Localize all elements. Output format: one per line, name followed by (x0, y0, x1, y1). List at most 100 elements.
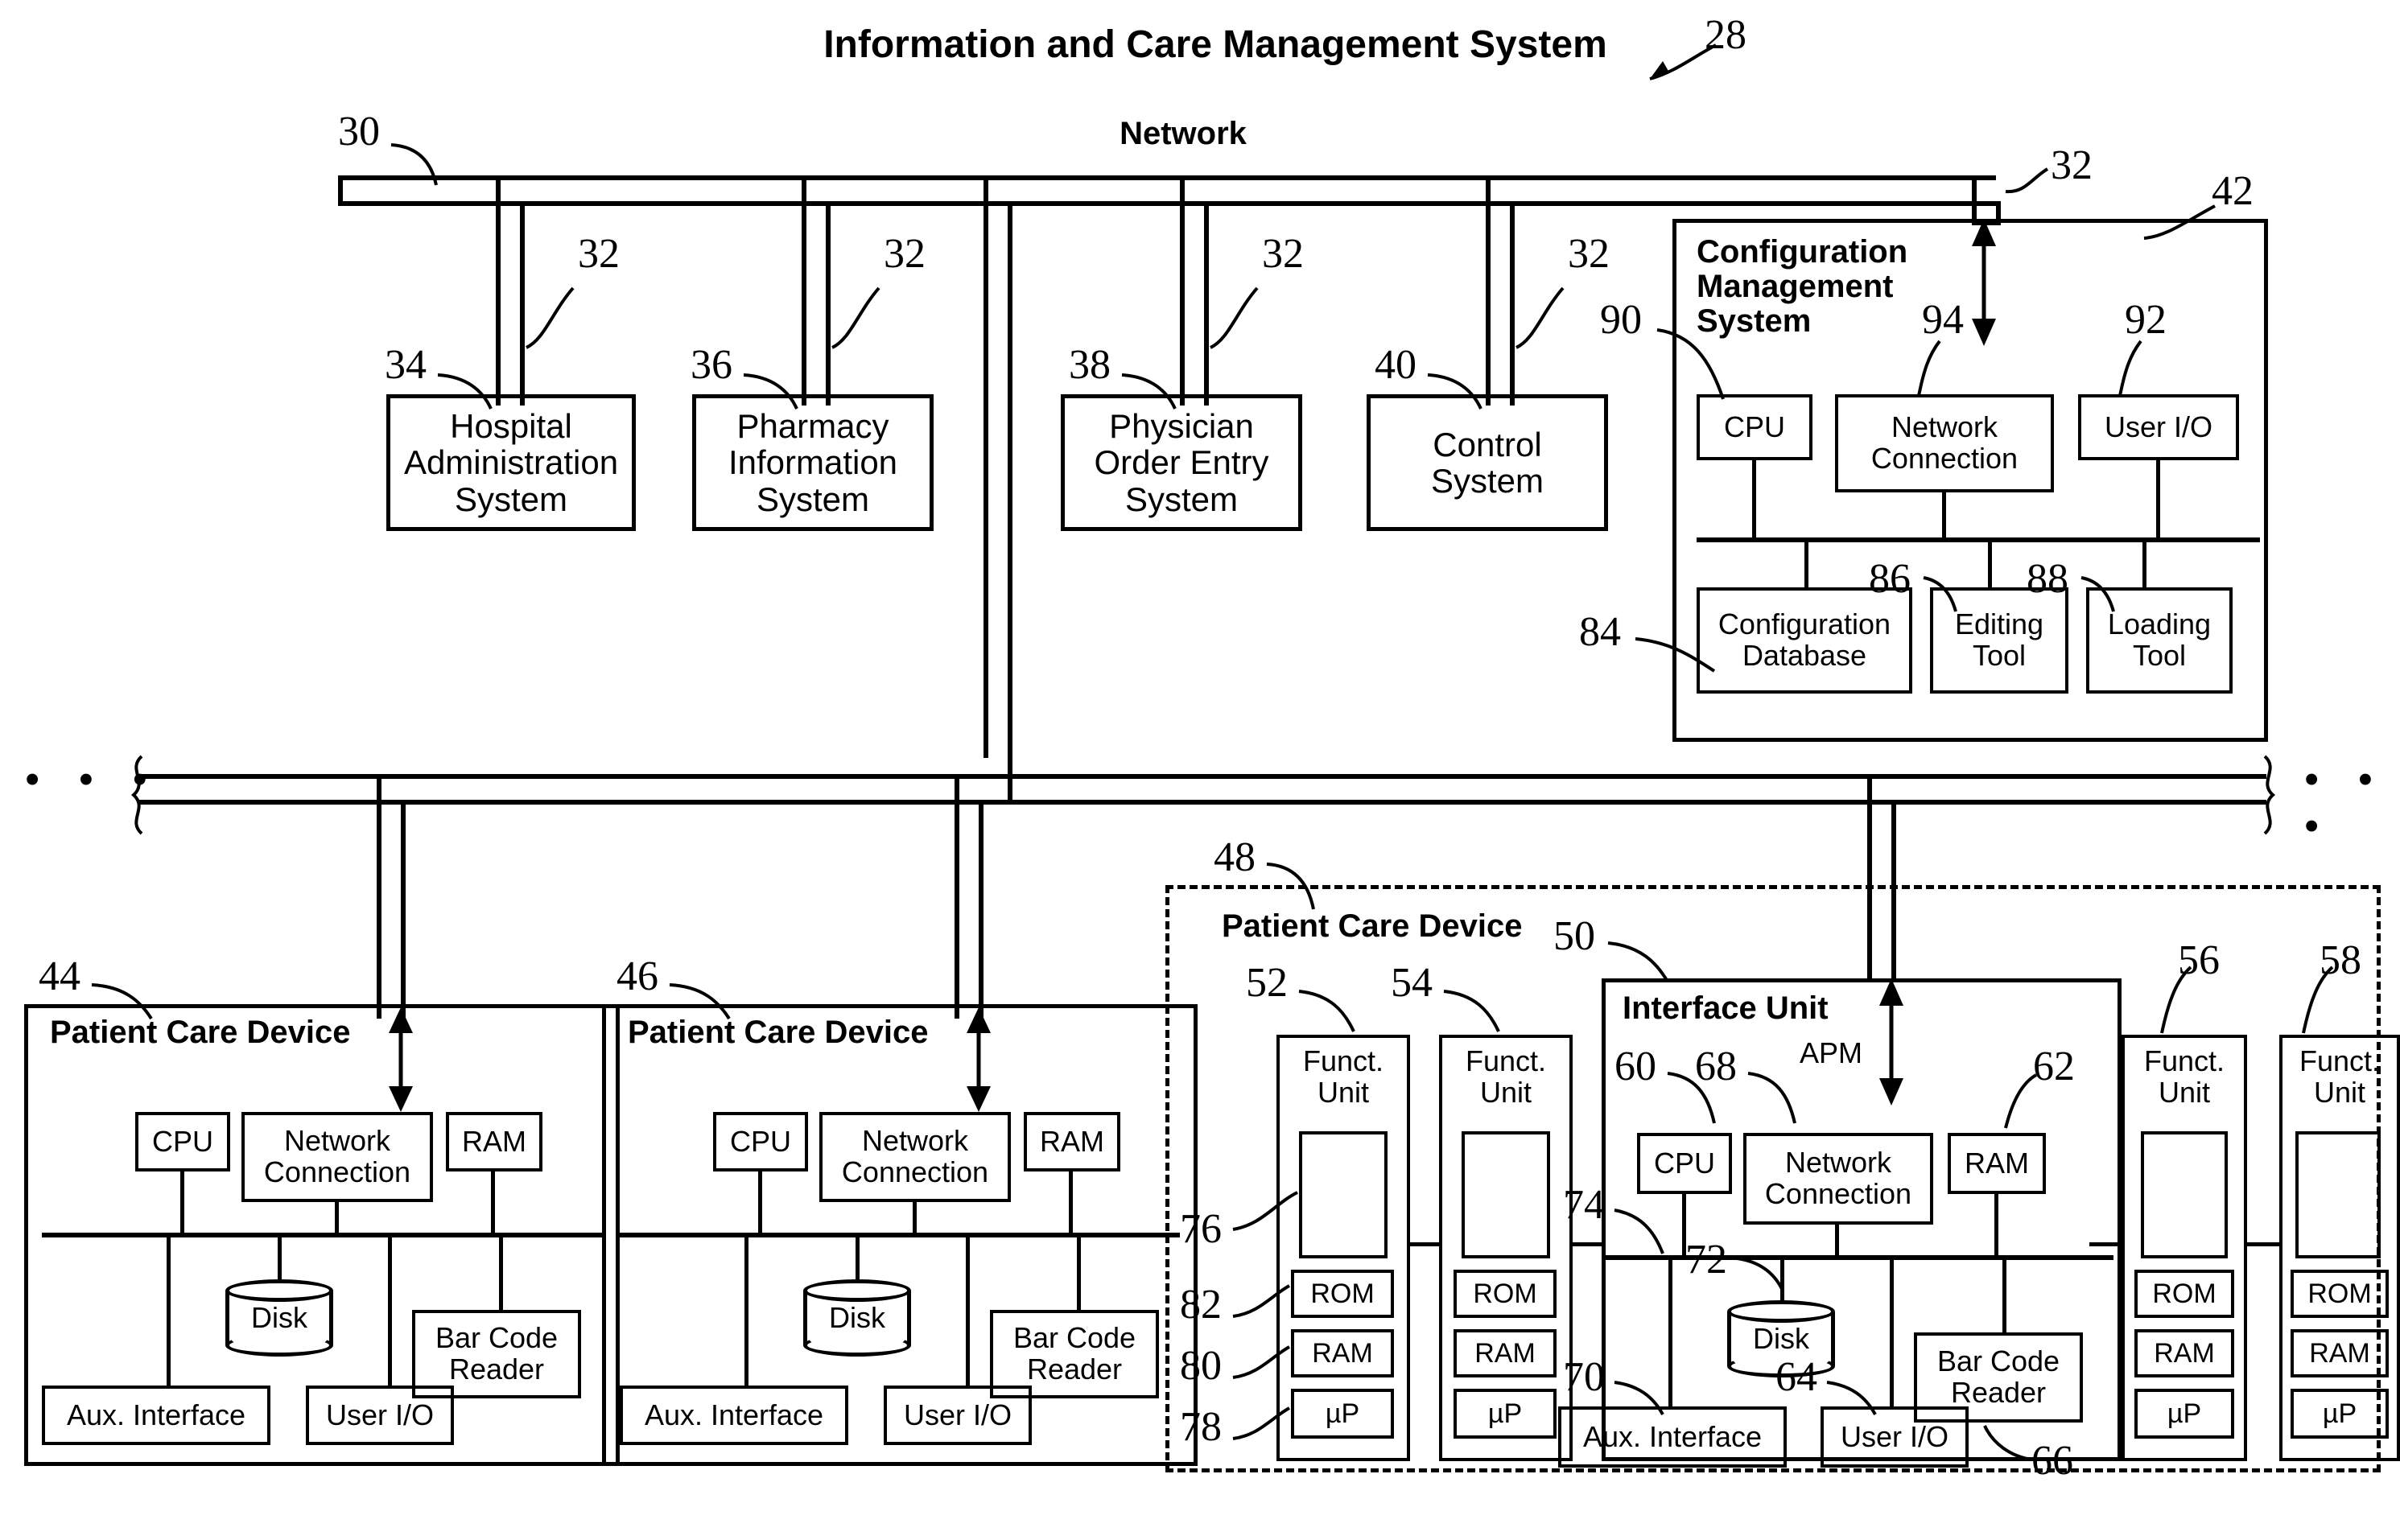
hospital-administration-system-label: Hospital Administration System (403, 406, 619, 518)
pcd-44-disk[interactable]: Disk (225, 1279, 333, 1357)
pcd-46-ram-stem (1069, 1171, 1073, 1234)
interface-unit-aux-interface-label: Aux. Interface (1582, 1419, 1763, 1453)
cms-internal-bus (1697, 537, 2260, 542)
funct-52-54-link (1410, 1242, 1439, 1246)
ref-66: 66 (2031, 1438, 2073, 1484)
ref-70: 70 (1563, 1354, 1605, 1400)
loading-tool-label: Loading Tool (2107, 607, 2212, 672)
network-bus-top-rail (338, 175, 1996, 180)
ref-78: 78 (1180, 1404, 1222, 1450)
ref-32-a-lead (526, 286, 575, 349)
figure-title: Information and Care Management System (823, 23, 1607, 66)
funct-unit-56-ram-label: RAM (2154, 1337, 2215, 1369)
funct-unit-52-up-label: µP (1325, 1398, 1360, 1429)
ref-28: 28 (1705, 12, 1746, 58)
network-drop-34-b (520, 201, 525, 406)
funct-unit-54-panel[interactable] (1462, 1131, 1550, 1258)
ref-80: 80 (1180, 1343, 1222, 1389)
pcd-44-cpu-label: CPU (151, 1124, 213, 1158)
funct-unit-56-rom-label: ROM (2152, 1278, 2216, 1309)
funct-unit-52-panel[interactable] (1299, 1131, 1388, 1258)
interface-unit-ram-label: RAM (1965, 1146, 2029, 1180)
network-drop-40-a (1486, 179, 1491, 406)
ref-92: 92 (2125, 297, 2167, 343)
network-trunk-left-a (984, 179, 988, 758)
pharmacy-information-system-label: Pharmacy Information System (728, 406, 898, 518)
interface-unit-disk-label: Disk (1753, 1322, 1809, 1355)
interface-unit-netconn-stem (1835, 1225, 1839, 1257)
patent-figure: Information and Care Management System 2… (0, 0, 2400, 1540)
pcd-46-userio-stem (966, 1233, 970, 1386)
pcd-44-internal-bus (42, 1233, 602, 1237)
cms-userio-stem (2156, 460, 2160, 539)
interface-unit-disk-stem (1780, 1255, 1784, 1305)
ref-58: 58 (2320, 937, 2361, 983)
ref-32-b-lead (831, 286, 880, 349)
pcd-46-network-connection-label: Network Connection (841, 1124, 989, 1188)
pcd-46-disk[interactable]: Disk (803, 1279, 911, 1357)
bus-ellipsis-right: • • • (2303, 753, 2387, 852)
pcd-44-ram-stem (491, 1171, 495, 1234)
funct-56-58-link (2247, 1242, 2279, 1246)
lower-drop-46-a (955, 777, 959, 1019)
interface-unit-network-connection-label: Network Connection (1764, 1146, 1912, 1210)
ref-54: 54 (1391, 960, 1433, 1006)
pcd-46-netconn-stem (913, 1202, 917, 1234)
cms-config-db-stem (1804, 537, 1808, 587)
funct-unit-54-label: Funct. Unit (1465, 1044, 1547, 1109)
pcd-46-cpu-label: CPU (729, 1124, 791, 1158)
network-drop-40-b (1510, 201, 1515, 406)
pcd-46-ram-label: RAM (1040, 1124, 1104, 1158)
network-drop-36-b (826, 201, 831, 406)
ref-34: 34 (385, 342, 427, 388)
network-drop-38-b (1204, 201, 1209, 406)
pcd-46-aux-stem (744, 1233, 748, 1386)
editing-tool-label: Editing Tool (1954, 607, 2044, 672)
funct-unit-58-panel[interactable] (2295, 1131, 2381, 1258)
interface-unit-cpu-label: CPU (1653, 1146, 1715, 1180)
funct-unit-54-ram-label: RAM (1474, 1337, 1536, 1369)
ref-90: 90 (1600, 297, 1642, 343)
pcd-44-network-connection-label: Network Connection (263, 1124, 411, 1188)
funct-unit-54-up-label: µP (1487, 1398, 1523, 1429)
pcd-44-cpu-stem (180, 1171, 184, 1234)
ref-56: 56 (2178, 937, 2220, 983)
interface-unit-aux-stem (1668, 1255, 1672, 1408)
interface-unit-apm-arrow (1879, 978, 1903, 1106)
ref-86: 86 (1869, 556, 1911, 602)
pcd-44-aux-stem (167, 1233, 171, 1386)
pcd-44-barcode-stem (499, 1233, 503, 1313)
network-drop-38-a (1180, 179, 1185, 406)
cms-network-arrow (1972, 219, 1996, 346)
ref-32-b: 32 (884, 231, 926, 277)
interface-unit-userio-stem (1890, 1255, 1894, 1408)
bus-ellipsis-left: • • • (24, 753, 161, 805)
ref-36: 36 (691, 342, 732, 388)
network-bus-left-cap (338, 175, 343, 206)
funct-unit-58-ram-label: RAM (2309, 1337, 2370, 1369)
cms-loading-tool-stem (2142, 537, 2146, 587)
ref-44: 44 (39, 953, 80, 999)
network-label: Network (1120, 116, 1247, 151)
pcd-44-userio-stem (388, 1233, 392, 1386)
funct-unit-58-up-label: µP (2322, 1398, 2357, 1429)
pcd-46-network-arrow (967, 1007, 991, 1112)
patient-care-device-46-title: Patient Care Device (628, 1015, 929, 1050)
ref-88: 88 (2027, 556, 2068, 602)
interface-unit-user-io-label: User I/O (1840, 1419, 1948, 1453)
network-bus-bottom-rail (338, 201, 1996, 206)
ref-68: 68 (1695, 1044, 1737, 1089)
pcd-46-disk-label: Disk (829, 1301, 885, 1334)
pcd-44-netconn-stem (335, 1202, 339, 1234)
cms-editing-tool-stem (1988, 537, 1992, 587)
interface-unit-ram-stem (1994, 1194, 1998, 1257)
ref-60: 60 (1614, 1044, 1656, 1089)
funct-unit-56-panel[interactable] (2141, 1131, 2228, 1258)
pcd-46-internal-bus (620, 1233, 1180, 1237)
ref-32-c-lead (1210, 286, 1259, 349)
cms-cpu-stem (1752, 460, 1756, 539)
ref-52: 52 (1246, 960, 1288, 1006)
lower-bus-top-rail (138, 774, 2266, 779)
ref-72: 72 (1685, 1237, 1727, 1283)
ref-50: 50 (1553, 913, 1595, 959)
